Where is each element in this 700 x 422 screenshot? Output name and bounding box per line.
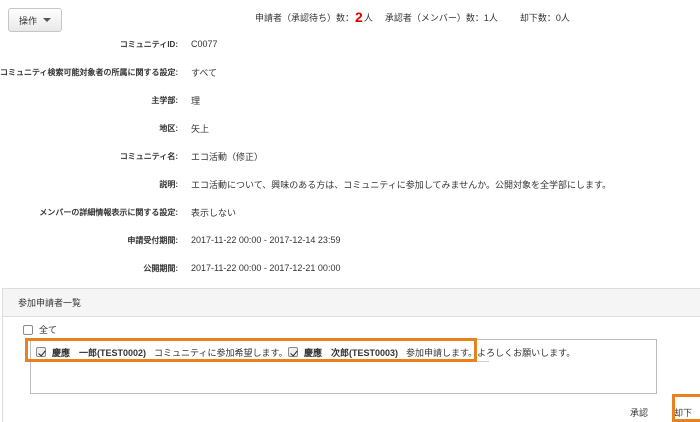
detail-label: 公開期間:	[0, 263, 178, 274]
applicant-name: 慶應 一郎(TEST0002)	[52, 346, 146, 359]
applicant-list-box: 慶應 一郎(TEST0002) コミュニティに参加希望します。 慶應 次郎(TE…	[30, 339, 657, 394]
action-dropdown-button[interactable]: 操作	[8, 8, 62, 32]
detail-row-member-info-setting: メンバーの詳細情報表示に関する設定: 表示しない	[0, 198, 700, 226]
reject-button[interactable]: 却下	[665, 401, 700, 422]
applicant-summary: 申請者（承認待ち）数： 2 人 承認者（メンバー）数：1人 却下数：0人	[255, 8, 570, 26]
rejected-count-label: 却下数：0人	[520, 11, 570, 24]
applicant-name: 慶應 次郎(TEST0003)	[304, 346, 398, 359]
detail-value: 表示しない	[191, 206, 236, 219]
detail-label: 説明:	[0, 179, 178, 190]
approve-button[interactable]: 承認	[621, 401, 657, 422]
detail-row-application-period: 申請受付期間: 2017-11-22 00:00 - 2017-12-14 23…	[0, 226, 700, 254]
pending-count-value: 2	[355, 10, 363, 24]
applicants-panel: 参加申請者一覧 全て 慶應 一郎(TEST0002) コミュニティに参加希望しま…	[2, 288, 700, 422]
detail-row-description: 説明: エコ活動について、興味のある方は、コミュニティに参加してみませんか。公開…	[0, 170, 700, 198]
caret-down-icon	[43, 18, 51, 22]
detail-value: 矢上	[191, 122, 209, 135]
applicant-checkbox[interactable]	[288, 347, 298, 357]
select-all-label: 全て	[39, 323, 57, 336]
detail-label: 地区:	[0, 123, 178, 134]
detail-row-search-scope: コミュニティ検索可能対象者の所属に関する設定: すべて	[0, 58, 700, 86]
applicant-entry[interactable]: 慶應 次郎(TEST0003) 参加申請します。よろしくお願いします。	[285, 343, 489, 362]
detail-value: 2017-11-22 00:00 - 2017-12-21 00:00	[191, 263, 340, 273]
detail-value: 理	[191, 94, 200, 107]
action-button-label: 操作	[19, 14, 37, 27]
pending-count-unit: 人	[364, 11, 373, 24]
member-count-label: 承認者（メンバー）数：1人	[385, 11, 498, 24]
applicant-entry[interactable]: 慶應 一郎(TEST0002) コミュニティに参加希望します。	[33, 343, 283, 362]
detail-value: エコ活動（修正）	[191, 150, 263, 163]
applicants-panel-title: 参加申請者一覧	[3, 289, 700, 317]
detail-row-community-id: コミュニティID: C0077	[0, 30, 700, 58]
applicant-message: 参加申請します。よろしくお願いします。	[406, 346, 575, 359]
detail-value: C0077	[191, 39, 218, 49]
detail-row-faculty: 主学部: 理	[0, 86, 700, 114]
detail-label: メンバーの詳細情報表示に関する設定:	[0, 207, 178, 218]
detail-row-community-name: コミュニティ名: エコ活動（修正）	[0, 142, 700, 170]
detail-row-public-period: 公開期間: 2017-11-22 00:00 - 2017-12-21 00:0…	[0, 254, 700, 282]
community-details: コミュニティID: C0077 コミュニティ検索可能対象者の所属に関する設定: …	[0, 30, 700, 282]
applicant-message: コミュニティに参加希望します。	[154, 346, 288, 359]
detail-value: エコ活動について、興味のある方は、コミュニティに参加してみませんか。公開対象を全…	[191, 178, 611, 191]
detail-label: コミュニティID:	[0, 39, 178, 50]
detail-value: すべて	[191, 66, 217, 79]
applicant-entries-row: 慶應 一郎(TEST0002) コミュニティに参加希望します。 慶應 次郎(TE…	[31, 340, 656, 362]
detail-value: 2017-11-22 00:00 - 2017-12-14 23:59	[191, 235, 340, 245]
select-all-row[interactable]: 全て	[23, 323, 57, 336]
select-all-checkbox[interactable]	[23, 325, 33, 335]
detail-label: 申請受付期間:	[0, 235, 178, 246]
detail-label: 主学部:	[0, 95, 178, 106]
applicant-checkbox[interactable]	[36, 347, 46, 357]
applicants-panel-body: 全て 慶應 一郎(TEST0002) コミュニティに参加希望します。 慶應 次郎…	[3, 317, 700, 422]
panel-action-buttons: 承認 却下	[621, 401, 700, 422]
detail-label: コミュニティ検索可能対象者の所属に関する設定:	[0, 67, 178, 78]
detail-label: コミュニティ名:	[0, 151, 178, 162]
detail-row-district: 地区: 矢上	[0, 114, 700, 142]
pending-count-label: 申請者（承認待ち）数：	[255, 11, 354, 24]
